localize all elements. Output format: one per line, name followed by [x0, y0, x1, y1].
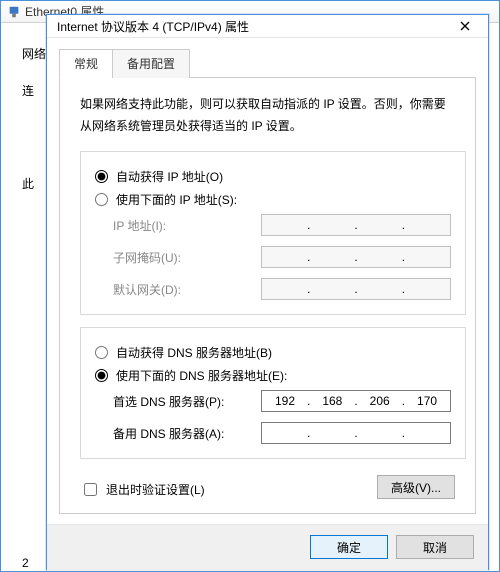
tab-alternate[interactable]: 备用配置	[112, 49, 190, 78]
mask-oct4	[406, 250, 448, 264]
subnet-mask-input: . . .	[261, 246, 451, 268]
alt-dns-label: 备用 DNS 服务器(A):	[113, 425, 253, 442]
bg-text: 此	[22, 175, 34, 192]
adapter-icon	[7, 5, 21, 19]
ip-group: 自动获得 IP 地址(O) 使用下面的 IP 地址(S): IP 地址(I): …	[80, 151, 466, 315]
gateway-label: 默认网关(D):	[113, 281, 253, 298]
gateway-input: . . .	[261, 278, 451, 300]
dialog-title: Internet 协议版本 4 (TCP/IPv4) 属性	[57, 18, 448, 35]
ip-manual-label: 使用下面的 IP 地址(S):	[116, 191, 237, 208]
ip-auto-radio-row[interactable]: 自动获得 IP 地址(O)	[95, 168, 451, 185]
validate-checkbox-row[interactable]: 退出时验证设置(L)	[80, 480, 205, 499]
ip-manual-radio[interactable]	[95, 193, 108, 206]
alt-dns-oct1[interactable]	[264, 426, 306, 440]
description-text: 如果网络支持此功能，则可以获取自动指派的 IP 设置。否则，你需要从网络系统管理…	[80, 94, 455, 137]
dns-manual-label: 使用下面的 DNS 服务器地址(E):	[116, 367, 287, 384]
mask-oct2	[311, 250, 353, 264]
close-button[interactable]	[448, 15, 482, 37]
tab-strip: 常规 备用配置	[59, 48, 476, 78]
alt-dns-oct3[interactable]	[359, 426, 401, 440]
bg-text: 网络	[22, 45, 46, 62]
ok-button[interactable]: 确定	[310, 535, 388, 559]
pref-dns-input[interactable]: . . .	[261, 390, 451, 412]
subnet-mask-label: 子网掩码(U):	[113, 249, 253, 266]
mask-oct3	[359, 250, 401, 264]
ip-manual-radio-row[interactable]: 使用下面的 IP 地址(S):	[95, 191, 451, 208]
gw-oct1	[264, 282, 306, 296]
ip-address-label: IP 地址(I):	[113, 217, 253, 234]
pref-dns-oct1[interactable]	[264, 394, 306, 408]
bg-text: 连	[22, 82, 34, 99]
alt-dns-oct2[interactable]	[311, 426, 353, 440]
dns-group: 自动获得 DNS 服务器地址(B) 使用下面的 DNS 服务器地址(E): 首选…	[80, 327, 466, 459]
advanced-button[interactable]: 高级(V)...	[377, 475, 455, 499]
tab-general[interactable]: 常规	[59, 49, 113, 78]
cancel-button[interactable]: 取消	[396, 535, 474, 559]
dns-auto-radio-row[interactable]: 自动获得 DNS 服务器地址(B)	[95, 344, 451, 361]
close-icon	[460, 21, 470, 31]
dialog-footer: 确定 取消	[47, 524, 488, 571]
pref-dns-oct4[interactable]	[406, 394, 448, 408]
ip-address-input: . . .	[261, 214, 451, 236]
dns-manual-radio[interactable]	[95, 369, 108, 382]
gw-oct2	[311, 282, 353, 296]
dns-auto-radio[interactable]	[95, 346, 108, 359]
validate-checkbox[interactable]	[84, 483, 97, 496]
pref-dns-oct3[interactable]	[359, 394, 401, 408]
dns-manual-radio-row[interactable]: 使用下面的 DNS 服务器地址(E):	[95, 367, 451, 384]
ip-addr-oct3	[359, 218, 401, 232]
dns-auto-label: 自动获得 DNS 服务器地址(B)	[116, 344, 272, 361]
mask-oct1	[264, 250, 306, 264]
ip-addr-oct4	[406, 218, 448, 232]
gw-oct3	[359, 282, 401, 296]
alt-dns-input[interactable]: . . .	[261, 422, 451, 444]
gw-oct4	[406, 282, 448, 296]
alt-dns-oct4[interactable]	[406, 426, 448, 440]
pref-dns-oct2[interactable]	[311, 394, 353, 408]
ip-addr-oct1	[264, 218, 306, 232]
ipv4-properties-dialog: Internet 协议版本 4 (TCP/IPv4) 属性 常规 备用配置 如果…	[46, 14, 489, 570]
bg-text: 2	[22, 556, 29, 570]
dialog-titlebar: Internet 协议版本 4 (TCP/IPv4) 属性	[47, 15, 488, 38]
ip-addr-oct2	[311, 218, 353, 232]
tab-pane-general: 如果网络支持此功能，则可以获取自动指派的 IP 设置。否则，你需要从网络系统管理…	[59, 78, 476, 514]
pref-dns-label: 首选 DNS 服务器(P):	[113, 393, 253, 410]
validate-label: 退出时验证设置(L)	[106, 481, 205, 498]
ip-auto-label: 自动获得 IP 地址(O)	[116, 168, 223, 185]
ip-auto-radio[interactable]	[95, 170, 108, 183]
